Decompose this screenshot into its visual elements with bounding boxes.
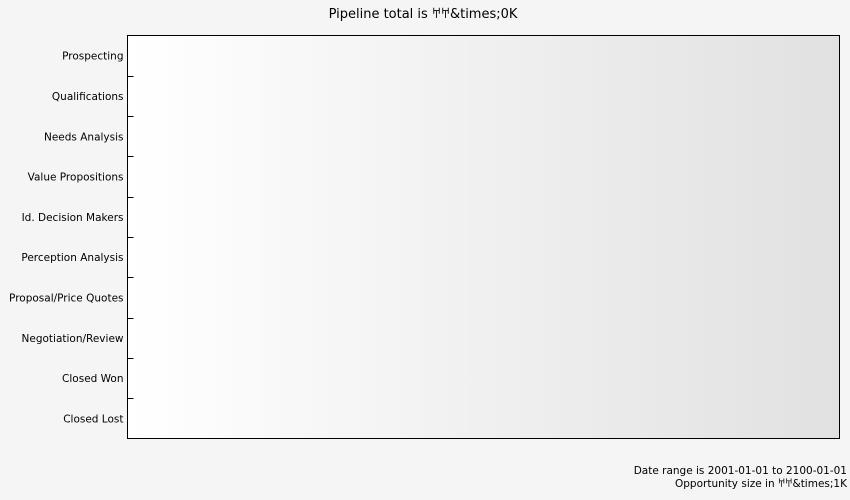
category-label: Closed Lost [63, 413, 123, 425]
category-label: Id. Decision Makers [22, 212, 124, 224]
category-label: Closed Won [62, 373, 123, 385]
category-label: Prospecting [62, 51, 123, 63]
opportunity-size-note: Opportunity size in 𐀀𐀀&times;1K [675, 477, 848, 490]
category-label: Negotiation/Review [22, 333, 124, 345]
y-axis-category-labels: Prospecting Qualifications Needs Analysis V… [9, 51, 124, 426]
category-label: Perception Analysis [21, 252, 123, 264]
category-label: Value Propositions [28, 172, 124, 184]
category-label: Needs Analysis [44, 131, 124, 143]
pipeline-chart: Pipeline total is 𐀀𐀀&times;0K Prospectin… [0, 0, 850, 500]
chart-title: Pipeline total is 𐀀𐀀&times;0K [329, 7, 518, 22]
chart-svg: Pipeline total is 𐀀𐀀&times;0K Prospectin… [9, 7, 848, 490]
date-range-note: Date range is 2001-01-01 to 2100-01-01 [634, 465, 847, 477]
category-label: Proposal/Price Quotes [9, 292, 123, 304]
category-label: Qualifications [52, 91, 124, 103]
plot-area [127, 35, 840, 439]
